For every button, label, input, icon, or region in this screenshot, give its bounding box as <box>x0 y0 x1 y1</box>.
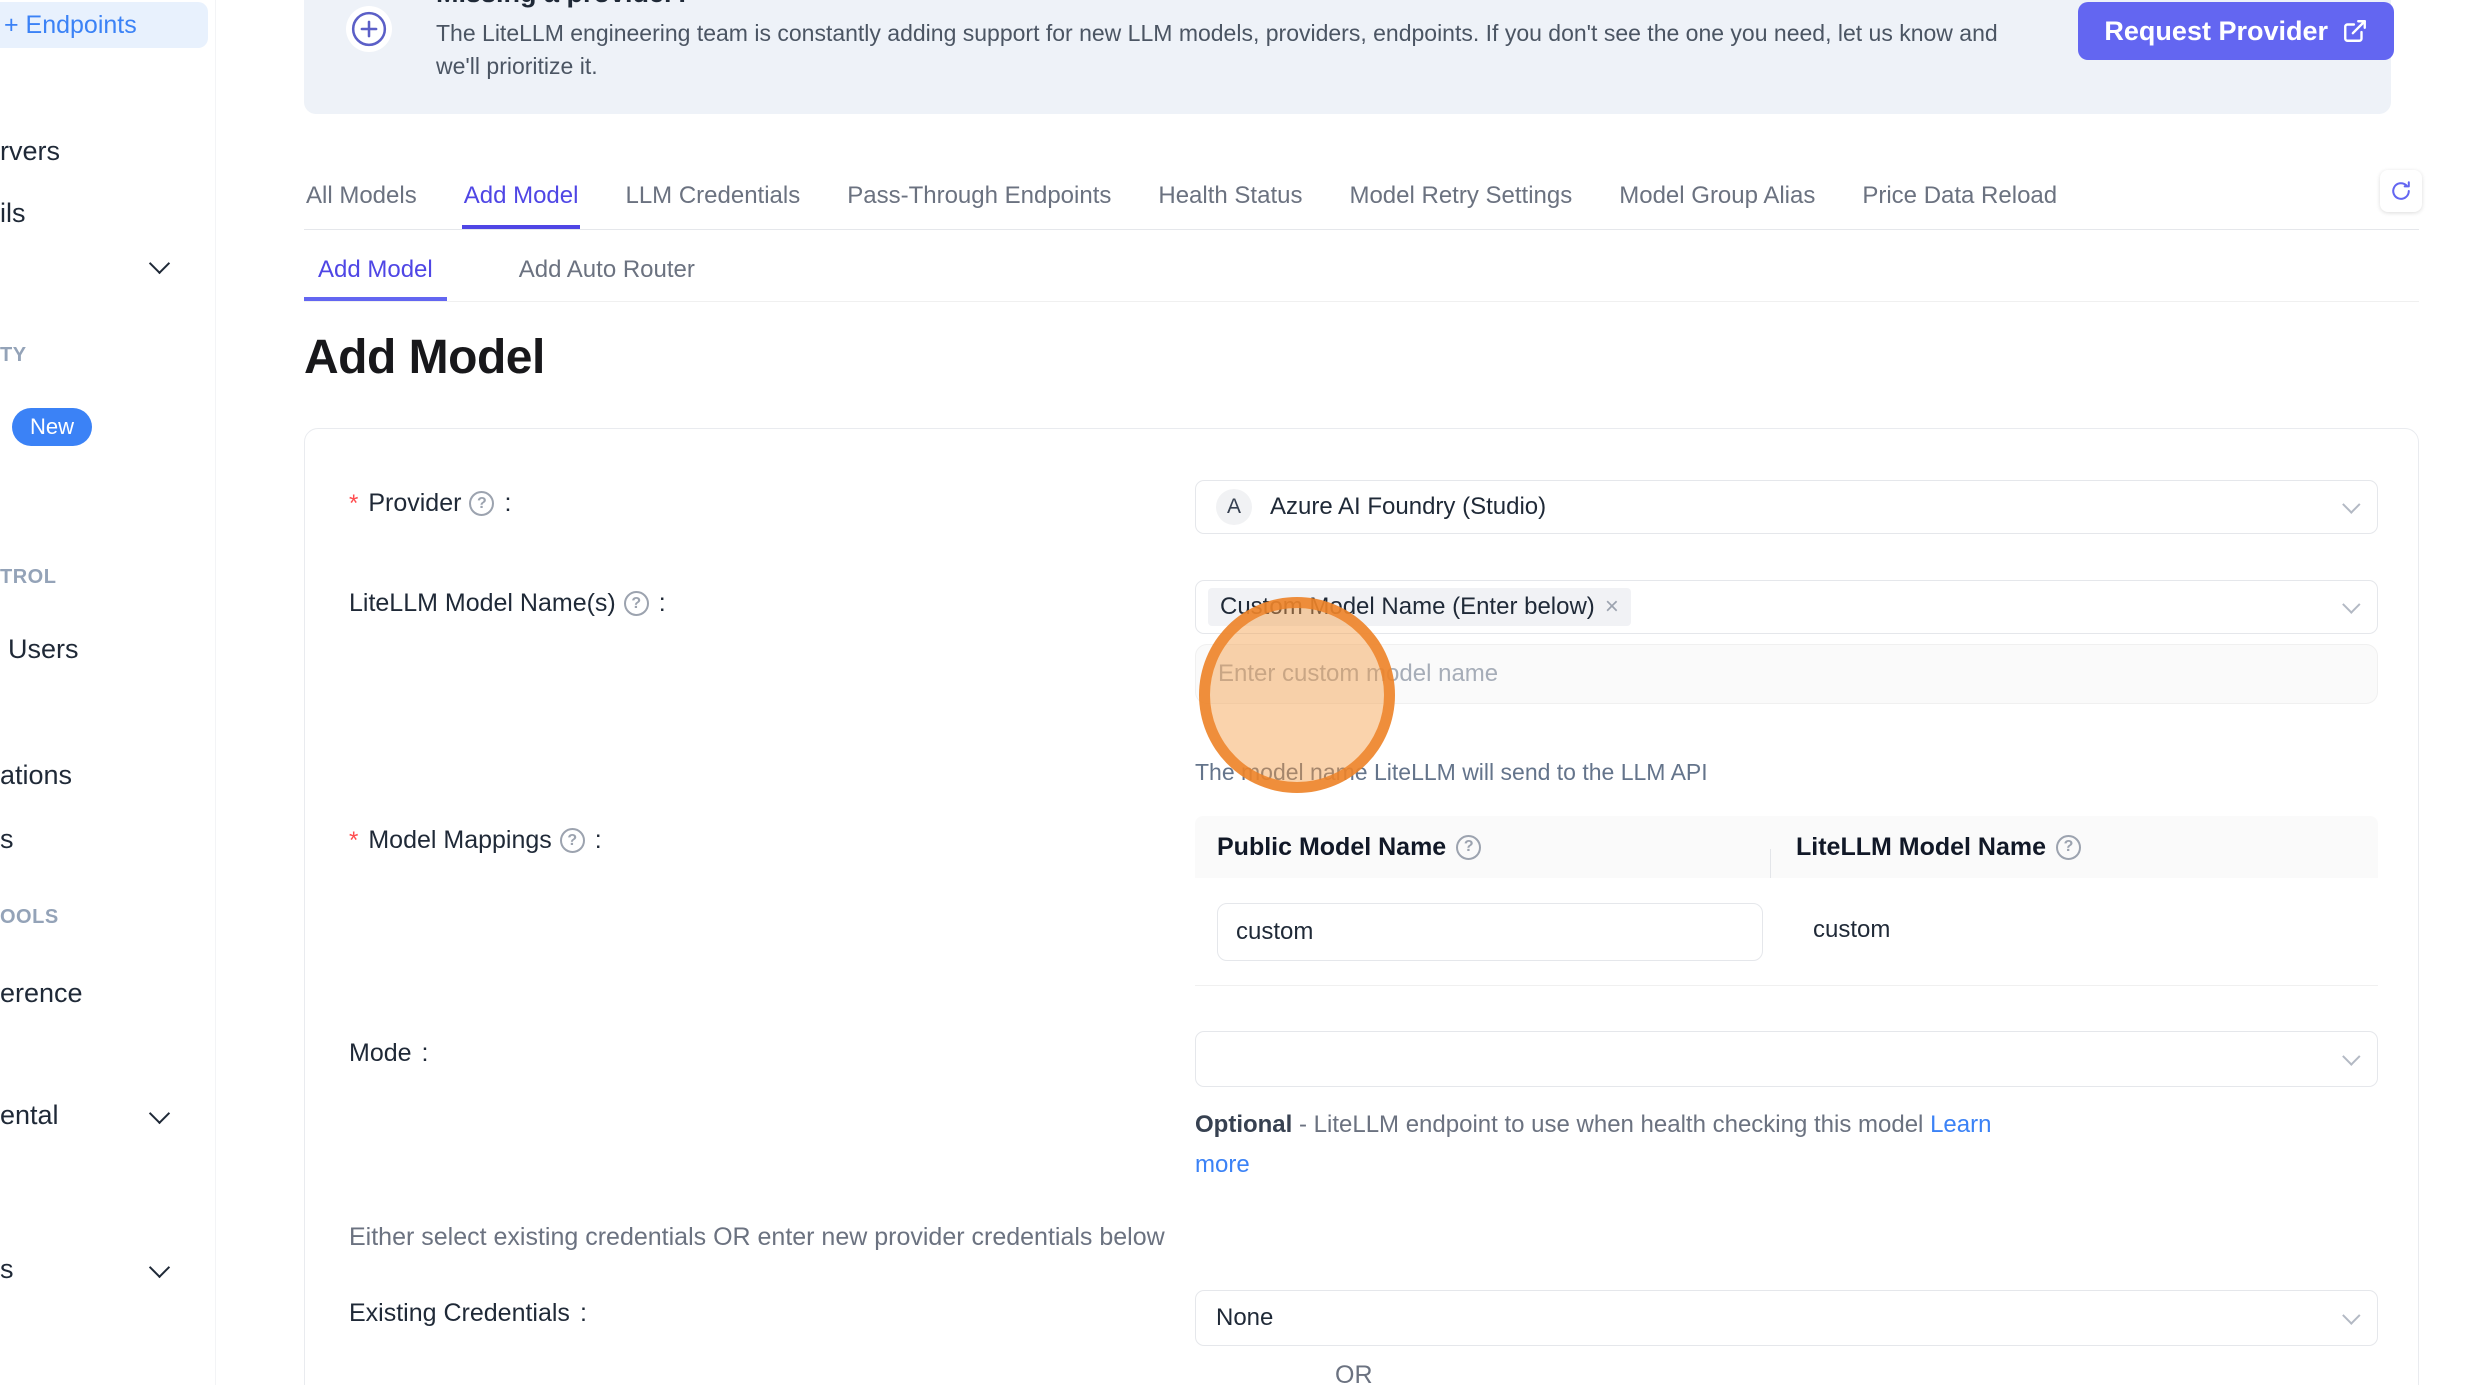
model-names-label: LiteLLM Model Name(s) ? : <box>349 589 666 618</box>
banner-body: The LiteLLM engineering team is constant… <box>436 17 2046 83</box>
remove-tag-icon[interactable]: × <box>1605 593 1619 621</box>
sidebar-item-settings[interactable]: s <box>0 1254 14 1285</box>
model-name-helper: The model name LiteLLM will send to the … <box>1195 759 1708 786</box>
sidebar-item-servers[interactable]: rvers <box>0 136 60 167</box>
banner-text: Missing a provider? The LiteLLM engineer… <box>436 0 2046 83</box>
help-icon[interactable]: ? <box>560 828 585 853</box>
external-link-icon <box>2342 18 2368 44</box>
litellm-model-name-header: LiteLLM Model Name ? <box>1770 833 2378 862</box>
mode-label: Mode : <box>349 1039 429 1068</box>
public-model-name-input[interactable] <box>1217 903 1763 961</box>
chevron-down-icon <box>2342 495 2360 513</box>
tab-model-group-alias[interactable]: Model Group Alias <box>1617 168 1817 229</box>
page-title: Add Model <box>304 330 545 385</box>
required-asterisk: * <box>349 490 358 518</box>
tab-all-models[interactable]: All Models <box>304 168 419 229</box>
sidebar-item-teams[interactable]: s <box>0 824 14 855</box>
sidebar-item-reference[interactable]: erence <box>0 978 83 1009</box>
mappings-header-row: Public Model Name ? LiteLLM Model Name ? <box>1195 816 2378 878</box>
request-provider-label: Request Provider <box>2104 16 2328 47</box>
tab-pass-through-endpoints[interactable]: Pass-Through Endpoints <box>845 168 1113 229</box>
banner-title: Missing a provider? <box>436 0 2046 9</box>
subtab-add-auto-router[interactable]: Add Auto Router <box>505 248 709 301</box>
provider-select[interactable]: A Azure AI Foundry (Studio) <box>1195 480 2378 534</box>
help-icon[interactable]: ? <box>624 591 649 616</box>
provider-label: * Provider ? : <box>349 489 511 518</box>
request-provider-button[interactable]: Request Provider <box>2078 2 2394 60</box>
chevron-down-icon <box>2342 1306 2360 1324</box>
sidebar-item-experimental[interactable]: ental <box>0 1100 59 1131</box>
missing-provider-banner: Missing a provider? The LiteLLM engineer… <box>304 0 2391 114</box>
add-model-form-card: * Provider ? : A Azure AI Foundry (Studi… <box>304 428 2419 1385</box>
model-mappings-label: * Model Mappings ? : <box>349 826 602 855</box>
chevron-down-icon[interactable] <box>149 253 170 274</box>
new-badge: New <box>12 408 92 446</box>
sidebar-section-header-control: TROL <box>0 566 56 589</box>
subtab-add-model[interactable]: Add Model <box>304 248 447 301</box>
litellm-model-name-value: custom <box>1813 916 1890 944</box>
refresh-button[interactable] <box>2380 170 2422 212</box>
plus-circle-icon <box>346 6 392 52</box>
sidebar: + Endpoints rvers ils TY New TROL Users … <box>0 0 216 1385</box>
tab-model-retry-settings[interactable]: Model Retry Settings <box>1347 168 1574 229</box>
mappings-data-row: custom <box>1195 878 2378 986</box>
add-model-subtabs: Add Model Add Auto Router <box>304 248 2419 302</box>
learn-more-link[interactable]: more <box>1195 1151 1250 1178</box>
provider-avatar: A <box>1216 489 1252 525</box>
help-icon[interactable]: ? <box>2056 835 2081 860</box>
sidebar-item-users[interactable]: Users <box>8 634 79 665</box>
model-mappings-table: Public Model Name ? LiteLLM Model Name ?… <box>1195 816 2378 986</box>
refresh-icon <box>2390 180 2412 202</box>
tab-add-model[interactable]: Add Model <box>462 168 581 229</box>
sidebar-item-organizations[interactable]: ations <box>0 760 72 791</box>
chevron-down-icon <box>2342 1047 2360 1065</box>
existing-credentials-value: None <box>1216 1304 1273 1332</box>
mode-helper: Optional - LiteLLM endpoint to use when … <box>1195 1105 1991 1185</box>
chevron-down-icon <box>2342 595 2360 613</box>
sidebar-section-header: TY <box>0 344 27 367</box>
chevron-down-icon[interactable] <box>149 1103 170 1124</box>
custom-model-name-input[interactable] <box>1195 644 2378 704</box>
existing-credentials-label: Existing Credentials : <box>349 1299 587 1328</box>
tab-health-status[interactable]: Health Status <box>1156 168 1304 229</box>
sidebar-item-guardrails[interactable]: ils <box>0 198 26 229</box>
model-names-select[interactable]: Custom Model Name (Enter below) × <box>1195 580 2378 634</box>
tab-llm-credentials[interactable]: LLM Credentials <box>623 168 802 229</box>
public-model-name-header: Public Model Name ? <box>1195 833 1770 862</box>
help-icon[interactable]: ? <box>1456 835 1481 860</box>
help-icon[interactable]: ? <box>469 491 494 516</box>
model-name-tag: Custom Model Name (Enter below) × <box>1208 588 1631 626</box>
chevron-down-icon[interactable] <box>149 1257 170 1278</box>
model-tabs: All Models Add Model LLM Credentials Pas… <box>304 168 2419 230</box>
sidebar-item-endpoints[interactable]: + Endpoints <box>0 2 208 48</box>
litellm-admin-page: + Endpoints rvers ils TY New TROL Users … <box>0 0 2477 1385</box>
sidebar-section-header-tools: OOLS <box>0 906 59 929</box>
provider-value: Azure AI Foundry (Studio) <box>1270 493 1546 521</box>
required-asterisk: * <box>349 827 358 855</box>
sidebar-item-endpoints-label: + Endpoints <box>4 11 137 40</box>
credentials-note: Either select existing credentials OR en… <box>349 1223 1165 1252</box>
learn-more-link[interactable]: Learn <box>1930 1111 1991 1138</box>
existing-credentials-select[interactable]: None <box>1195 1290 2378 1346</box>
tab-price-data-reload[interactable]: Price Data Reload <box>1860 168 2059 229</box>
or-divider: OR <box>1335 1361 1373 1385</box>
mode-select[interactable] <box>1195 1031 2378 1087</box>
